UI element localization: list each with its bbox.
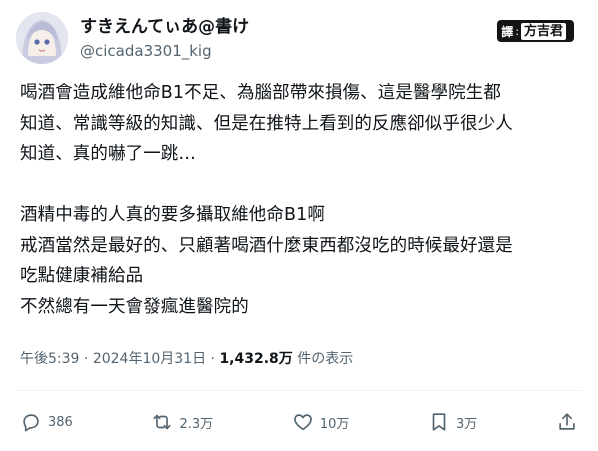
author-handle[interactable]: @cicada3301_kig	[80, 40, 249, 62]
reply-count: 386	[48, 414, 73, 430]
share-icon	[559, 413, 575, 430]
action-bar: 386 2.3万 10万 3万	[20, 404, 578, 440]
retweet-button[interactable]: 2.3万	[151, 411, 213, 433]
translator-watermark: 譯 : 方吉君	[497, 20, 574, 42]
author-display-name[interactable]: すきえんてぃあ@書け	[80, 16, 249, 38]
views-label: 件の表示	[292, 351, 354, 367]
reply-button[interactable]: 386	[20, 411, 73, 433]
retweet-count: 2.3万	[179, 416, 214, 432]
like-button[interactable]: 10万	[292, 411, 350, 433]
avatar[interactable]	[16, 12, 68, 64]
view-count: 1,432.8万	[219, 351, 293, 367]
tweet-meta: 午後5:39 · 2024年10月31日 · 1,432.8万 件の表示	[20, 348, 353, 368]
bookmark-count: 3万	[456, 416, 478, 432]
meta-separator: ·	[206, 351, 220, 367]
tweet-text: 喝酒會造成維他命B1不足、為腦部帶來損傷、這是醫學院生都 知道、常識等級的知識、…	[20, 83, 513, 317]
divider	[16, 390, 582, 391]
watermark-dot: :	[515, 24, 519, 38]
watermark-char: 譯	[501, 24, 514, 39]
watermark-name: 方吉君	[520, 22, 566, 40]
tweet-time[interactable]: 午後5:39	[20, 351, 79, 367]
bookmark-icon	[432, 413, 446, 431]
share-button[interactable]	[556, 411, 578, 433]
bookmark-button[interactable]: 3万	[428, 411, 477, 433]
retweet-icon	[153, 414, 172, 430]
reply-icon	[23, 414, 39, 432]
tweet-date[interactable]: 2024年10月31日	[93, 351, 206, 367]
author-names: すきえんてぃあ@書け @cicada3301_kig	[80, 16, 249, 62]
like-icon	[293, 414, 312, 431]
meta-separator: ·	[79, 351, 93, 367]
tweet-header: すきえんてぃあ@書け @cicada3301_kig 譯 : 方吉君	[16, 10, 582, 64]
like-count: 10万	[319, 416, 350, 432]
